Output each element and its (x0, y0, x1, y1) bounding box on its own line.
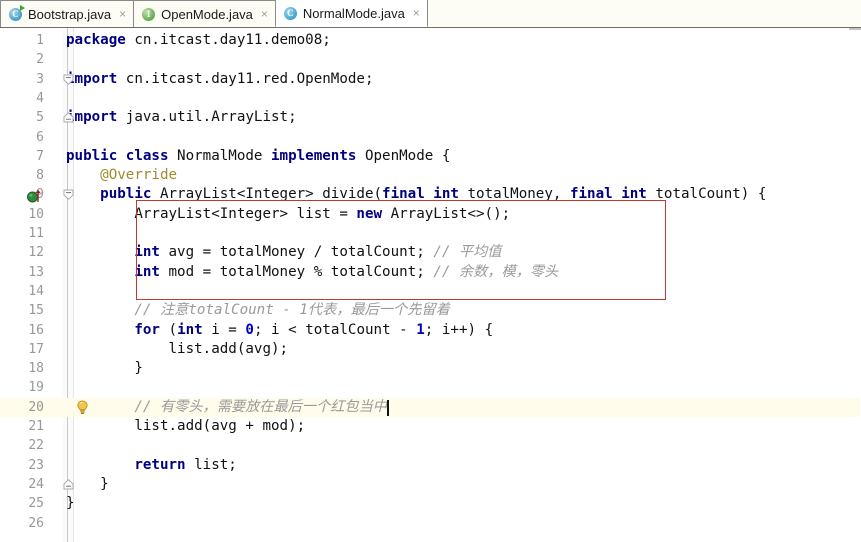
close-icon[interactable]: × (119, 8, 126, 20)
code-line-text: public class NormalMode implements OpenM… (66, 147, 451, 164)
line-number: 4 (36, 90, 44, 106)
code-line-text: // 有零头，需要放在最后一个红包当中 (134, 398, 387, 415)
line-number: 10 (28, 206, 44, 222)
code-lines-container[interactable]: 1 package cn.itcast.day11.demo08; 2 3 import… (0, 28, 861, 542)
line-number: 12 (28, 245, 44, 261)
editor-tab-bar: C Bootstrap.java × I OpenMode.java × C NormalMo… (0, 0, 861, 28)
line-number: 16 (28, 322, 44, 338)
code-line-row[interactable]: 8 @Override (0, 166, 861, 185)
line-number: 5 (36, 110, 44, 126)
code-line-row[interactable]: 5 import java.util.ArrayList; (0, 108, 861, 127)
intention-bulb-icon[interactable] (76, 400, 89, 415)
code-line-row[interactable]: 7 public class NormalMode implements Open… (0, 147, 861, 166)
code-line-row[interactable]: 16 for (int i = 0; i < totalCount - 1; i… (0, 321, 861, 340)
code-line-row[interactable]: 9 public ArrayList<Integer> divide(final… (0, 185, 861, 204)
code-line-text: public ArrayList<Integer> divide(final i… (100, 186, 767, 203)
code-line-row[interactable]: 18 } (0, 359, 861, 378)
ide-editor-window: C Bootstrap.java × I OpenMode.java × C NormalMo… (0, 0, 861, 542)
editor-tab-bootstrap-java[interactable]: C Bootstrap.java × (0, 0, 135, 27)
line-number: 26 (28, 515, 44, 531)
java-class-icon: C (283, 6, 297, 20)
fold-collapsed-end-icon[interactable] (63, 112, 74, 123)
code-line-text: int avg = totalMoney / totalCount; // 平均… (134, 244, 502, 261)
line-number: 15 (28, 303, 44, 319)
code-line-row[interactable]: 20 // 有零头，需要放在最后一个红包当中 (0, 397, 861, 417)
line-number: 20 (28, 399, 44, 415)
line-number: 22 (28, 438, 44, 454)
code-line-text: list.add(avg); (66, 340, 289, 357)
fold-expanded-icon[interactable] (63, 189, 74, 201)
java-interface-icon: I (142, 7, 156, 21)
line-number: 18 (28, 361, 44, 377)
code-line-row[interactable]: 2 (0, 50, 861, 69)
code-line-row[interactable]: 12 int avg = totalMoney / totalCount; //… (0, 243, 861, 262)
line-number: 25 (28, 496, 44, 512)
code-line-text: return list; (134, 456, 237, 473)
line-number: 1 (36, 33, 44, 48)
line-number: 21 (28, 419, 44, 434)
code-line-row[interactable]: 17 list.add(avg); (0, 340, 861, 359)
code-line-row[interactable]: 22 (0, 436, 861, 455)
line-number: 13 (28, 264, 44, 280)
code-line-text: package cn.itcast.day11.demo08; (66, 32, 331, 48)
code-line-text: import java.util.ArrayList; (66, 109, 297, 126)
implementing-method-override-icon[interactable] (27, 188, 41, 203)
line-number: 24 (28, 476, 44, 492)
code-line-text: } (66, 360, 143, 377)
line-number: 17 (28, 341, 44, 357)
editor-tab-openmode-java[interactable]: I OpenMode.java × (133, 0, 276, 27)
line-number: 11 (28, 226, 44, 241)
code-line-row[interactable]: 15 // 注意totalCount - 1代表，最后一个先留着 (0, 301, 861, 320)
code-line-row[interactable]: 14 (0, 282, 861, 301)
code-line-row[interactable]: 11 (0, 224, 861, 243)
close-icon[interactable]: × (413, 7, 420, 19)
editor-tab-normalmode-java[interactable]: C NormalMode.java × (274, 0, 428, 27)
fold-collapsed-end-icon[interactable] (63, 479, 74, 490)
close-icon[interactable]: × (261, 8, 268, 20)
code-line-row[interactable]: 6 (0, 128, 861, 147)
code-line-text: int mod = totalMoney % totalCount; // 余数… (134, 263, 559, 280)
fold-expanded-icon[interactable] (63, 74, 74, 85)
code-line-row[interactable]: 1 package cn.itcast.day11.demo08; (0, 31, 861, 50)
code-line-row[interactable]: 10 ArrayList<Integer> list = new ArrayLi… (0, 205, 861, 224)
code-line-row[interactable]: 4 (0, 89, 861, 108)
line-number: 6 (36, 129, 44, 145)
line-number: 7 (36, 148, 44, 164)
code-line-row[interactable]: 26 (0, 514, 861, 533)
code-line-text: ArrayList<Integer> list = new ArrayList<… (66, 205, 511, 222)
text-caret (386, 399, 389, 416)
vertical-scrollbar-thumb[interactable] (849, 28, 861, 30)
code-line-text: @Override (66, 167, 178, 184)
code-line-row[interactable]: 19 (0, 378, 861, 397)
line-number: 8 (36, 168, 44, 184)
code-editor-area[interactable]: 1 package cn.itcast.day11.demo08; 2 3 import… (0, 28, 861, 542)
code-line-text: list.add(avg + mod); (66, 418, 306, 434)
code-line-row[interactable]: 13 int mod = totalMoney % totalCount; //… (0, 263, 861, 282)
line-number: 2 (36, 52, 44, 68)
editor-tab-label: OpenMode.java (161, 6, 253, 22)
code-line-row[interactable]: 3 import cn.itcast.day11.red.OpenMode; (0, 70, 861, 89)
line-number: 3 (36, 71, 44, 87)
editor-tab-label: NormalMode.java (302, 5, 405, 21)
java-class-runnable-icon: C (9, 4, 25, 21)
code-line-text: for (int i = 0; i < totalCount - 1; i++)… (134, 321, 494, 338)
line-number: 19 (28, 380, 44, 396)
code-line-text: import cn.itcast.day11.red.OpenMode; (66, 70, 374, 87)
code-line-row[interactable]: 24 } (0, 475, 861, 494)
code-line-row[interactable]: 21 list.add(avg + mod); (0, 417, 861, 436)
code-line-row[interactable]: 23 return list; (0, 456, 861, 475)
line-number: 23 (28, 457, 44, 473)
code-line-text: // 注意totalCount - 1代表，最后一个先留着 (134, 302, 450, 319)
code-line-text: } (66, 495, 75, 512)
code-line-row[interactable]: 25} (0, 494, 861, 513)
line-number: 14 (28, 283, 44, 299)
editor-tab-label: Bootstrap.java (28, 6, 112, 22)
